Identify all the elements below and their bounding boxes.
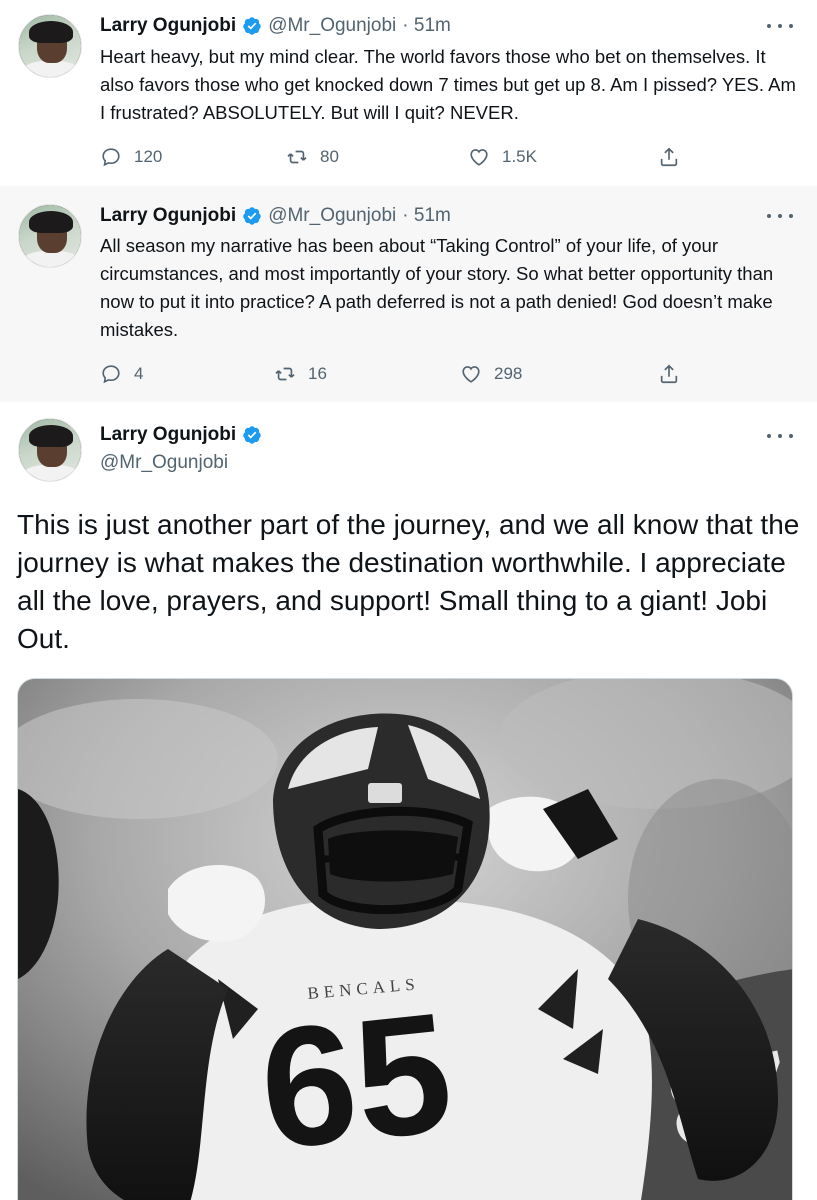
avatar[interactable] [18,14,82,78]
retweet-button[interactable]: 80 [286,145,339,169]
tweet-time[interactable]: · 51m [402,15,451,37]
avatar[interactable] [18,418,82,482]
share-button[interactable] [658,362,680,386]
author-handle[interactable]: @Mr_Ogunjobi [268,15,396,37]
retweet-button[interactable]: 16 [274,362,327,386]
avatar[interactable] [18,204,82,268]
author-handle[interactable]: @Mr_Ogunjobi [268,205,396,227]
tweet[interactable]: Larry Ogunjobi @Mr_Ogunjobi · 51m All se… [0,186,817,402]
retweet-icon [275,367,295,381]
tweet-header: Larry Ogunjobi @Mr_Ogunjobi · 51m [100,14,451,38]
more-icon[interactable] [767,16,793,36]
tweet-photo[interactable]: 87 [17,678,793,1200]
share-icon [660,364,678,384]
retweet-icon [287,150,307,164]
like-icon [470,149,488,166]
tweet-actions: 4 16 298 [100,362,700,386]
reply-count: 120 [134,147,163,166]
more-icon[interactable] [767,206,793,226]
tweet-text: Heart heavy, but my mind clear. The worl… [100,46,796,123]
verified-badge-icon [243,426,261,444]
tweet-header: Larry Ogunjobi @Mr_Ogunjobi · 51m [100,204,451,228]
like-icon [462,366,480,383]
tweet-main[interactable]: Larry Ogunjobi @Mr_Ogunjobi This is just… [0,402,817,1200]
like-count: 1.5K [502,147,537,166]
like-button[interactable]: 1.5K [468,145,537,169]
more-icon[interactable] [767,426,793,446]
reply-button[interactable]: 4 [100,362,143,386]
author-name[interactable]: Larry Ogunjobi [100,205,236,227]
retweet-count: 16 [308,364,327,383]
reply-icon [102,148,120,167]
verified-badge-icon [243,17,261,35]
reply-button[interactable]: 120 [100,145,162,169]
football-player-photo: 87 [18,679,792,1200]
tweet-text: All season my narrative has been about “… [100,235,774,340]
share-button[interactable] [658,145,680,169]
retweet-count: 80 [320,147,339,166]
jersey-number: 65 [252,977,460,1186]
author-name[interactable]: Larry Ogunjobi [100,15,236,37]
reply-icon [102,365,120,384]
tweet-time[interactable]: · 51m [402,205,451,227]
like-count: 298 [494,364,523,383]
reply-count: 4 [134,364,144,383]
author-name[interactable]: Larry Ogunjobi [100,424,236,446]
tweet[interactable]: Larry Ogunjobi @Mr_Ogunjobi · 51m Heart … [0,0,817,186]
share-icon [660,147,678,167]
tweet-text: This is just another part of the journey… [17,509,800,654]
like-button[interactable]: 298 [460,362,522,386]
author-handle[interactable]: @Mr_Ogunjobi [100,452,228,474]
tweet-actions: 120 80 1.5K [100,145,700,169]
tweet-header: Larry Ogunjobi [100,423,262,447]
tweet-thread: Larry Ogunjobi @Mr_Ogunjobi · 51m Heart … [0,0,817,1200]
verified-badge-icon [243,207,261,225]
